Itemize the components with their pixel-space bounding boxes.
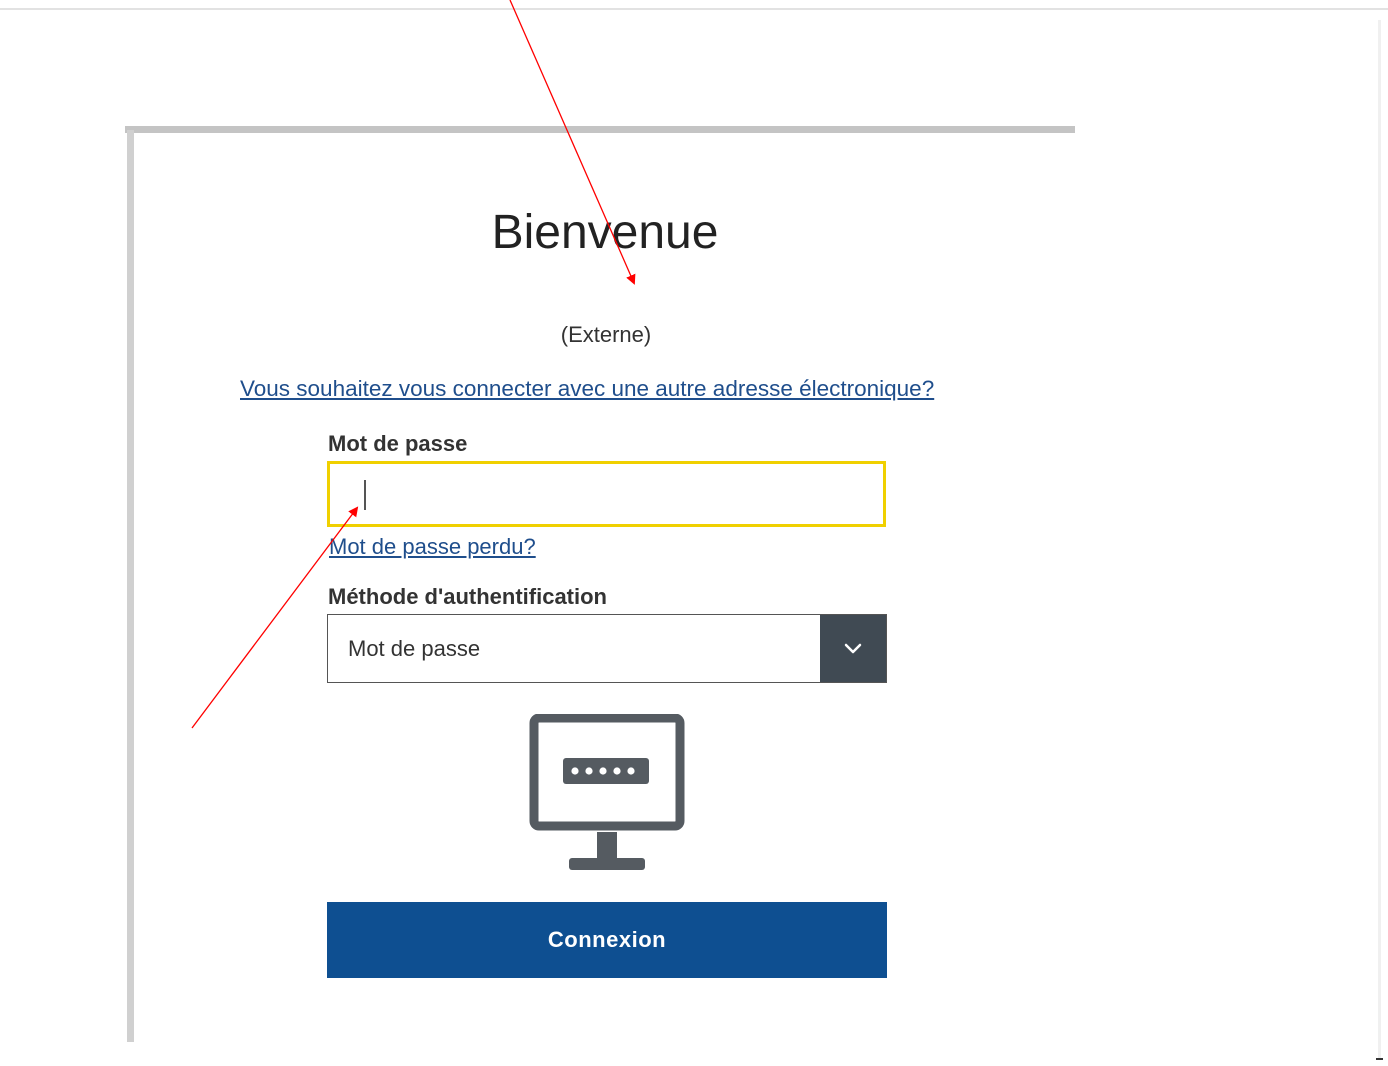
card-top-border	[125, 126, 1075, 133]
text-caret	[364, 480, 366, 510]
page-subtitle: (Externe)	[560, 322, 652, 347]
card-left-border	[127, 130, 134, 1042]
select-arrow-button[interactable]	[820, 615, 886, 682]
password-input[interactable]	[327, 461, 886, 527]
page-edge	[1378, 20, 1381, 1060]
alt-email-link[interactable]: Vous souhaitez vous connecter avec une a…	[240, 374, 934, 404]
auth-method-label: Méthode d'authentification	[328, 584, 607, 609]
auth-method-select[interactable]: Mot de passe	[327, 614, 887, 683]
connexion-button[interactable]: Connexion	[327, 902, 887, 978]
monitor-password-icon	[529, 714, 685, 870]
top-divider	[0, 8, 1388, 10]
corner-mark	[1376, 1058, 1383, 1060]
auth-method-selected: Mot de passe	[348, 636, 481, 661]
page-title: Bienvenue	[491, 206, 719, 259]
chevron-down-icon	[844, 643, 862, 653]
password-label: Mot de passe	[328, 431, 468, 456]
lost-password-link[interactable]: Mot de passe perdu?	[329, 532, 536, 562]
